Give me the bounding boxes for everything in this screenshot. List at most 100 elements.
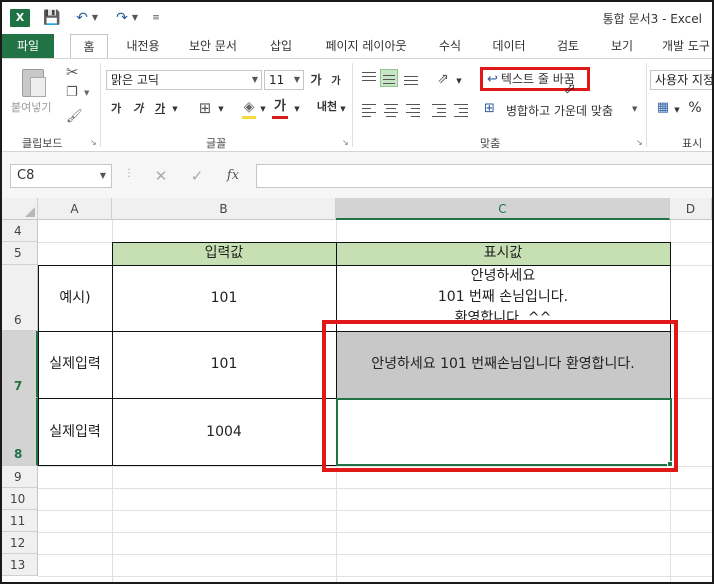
phonetic-dropdown-icon[interactable]: ▼ [338,99,348,119]
cell-c5[interactable]: 표시값 [336,242,670,265]
row-header-11[interactable]: 11 [2,510,38,532]
italic-button[interactable]: 가 [130,99,146,119]
undo-dropdown-icon[interactable]: ▼ [90,8,100,28]
cut-icon[interactable]: ✂ [66,63,79,81]
alignment-launcher-icon[interactable]: ↘ [636,138,643,147]
paste-button[interactable]: 붙여넣기 [11,99,51,115]
row-header-7[interactable]: 7 [2,331,38,398]
group-divider [352,63,353,147]
gridline [38,576,712,577]
align-left-icon[interactable] [360,101,378,119]
percent-style-button[interactable]: % [686,98,704,118]
cell-c6-line-2: 101 번째 손님입니다. [437,289,569,305]
row-header-8[interactable]: 8 [2,398,38,466]
highlight-box [322,320,678,472]
select-all-button[interactable] [2,198,38,220]
accounting-format-icon[interactable]: ▦ [654,98,672,118]
tab-formulas[interactable]: 수식 [430,34,470,58]
align-bottom-icon[interactable] [402,69,420,87]
font-launcher-icon[interactable]: ↘ [342,138,349,147]
font-name-select[interactable]: 맑은 고딕 ▼ [106,70,262,90]
cell-b6[interactable]: 101 [112,265,336,331]
cell-a6[interactable]: 예시) [38,265,112,331]
gridline [38,554,712,555]
accounting-dropdown-icon[interactable]: ▼ [672,100,682,120]
row-header-9[interactable]: 9 [2,466,38,488]
column-header-d[interactable]: D [670,198,712,220]
underline-dropdown-icon[interactable]: ▼ [170,99,180,119]
decrease-indent-icon[interactable] [430,101,448,119]
number-format-select[interactable]: 사용자 지정 [650,70,712,90]
borders-dropdown-icon[interactable]: ▼ [216,99,226,119]
align-top-icon[interactable] [360,69,378,87]
redo-dropdown-icon[interactable]: ▼ [130,8,140,28]
bold-button[interactable]: 가 [108,99,124,119]
table-border [38,265,39,466]
cell-b5[interactable]: 입력값 [112,242,336,265]
cancel-button[interactable]: ✕ [146,164,176,188]
font-color-dropdown-icon[interactable]: ▼ [292,99,302,119]
font-color-button[interactable]: 가 [272,97,288,117]
merge-center-button[interactable]: 병합하고 가운데 맞춤 [506,102,613,119]
tab-developer[interactable]: 개발 도구 [656,34,712,58]
orientation-icon[interactable]: ⇗ [434,69,452,89]
merge-center-dropdown-icon[interactable]: ▼ [632,105,637,113]
cell-b8[interactable]: 1004 [112,398,336,466]
tab-insert[interactable]: 삽입 [258,34,304,58]
phonetic-guide-button[interactable]: 내천 [316,97,338,117]
copy-dropdown-icon[interactable]: ▼ [84,89,89,97]
font-size-select[interactable]: 11 ▼ [264,70,304,90]
copy-icon[interactable]: ❐ [66,85,78,100]
formula-bar-grip-icon[interactable]: ⋮ [124,168,134,179]
borders-icon[interactable]: ⊞ [196,98,214,118]
insert-function-button[interactable]: fx [218,164,248,188]
tab-my-use[interactable]: 내전용 [116,34,170,58]
cell-b7[interactable]: 101 [112,331,336,398]
increase-indent-icon[interactable] [452,101,470,119]
shrink-font-button[interactable]: 가 [328,72,344,92]
undo-icon[interactable]: ↶ [72,8,92,28]
name-box-dropdown-icon[interactable]: ▼ [100,165,106,187]
column-header-a[interactable]: A [38,198,112,220]
tab-file[interactable]: 파일 [2,34,54,58]
tab-review[interactable]: 검토 [548,34,588,58]
fill-color-dropdown-icon[interactable]: ▼ [258,99,268,119]
tab-page-layout[interactable]: 페이지 레이아웃 [314,34,418,58]
align-middle-icon[interactable] [380,69,398,87]
column-header-c[interactable]: C [336,198,670,220]
align-center-icon[interactable] [382,101,400,119]
grow-font-button[interactable]: 가 [308,70,324,90]
row-header-4[interactable]: 4 [2,220,38,242]
name-box[interactable]: C8 ▼ [10,164,112,188]
fill-color-icon[interactable]: ◈ [240,97,258,117]
tab-view[interactable]: 보기 [602,34,642,58]
tab-home[interactable]: 홈 [70,34,108,58]
underline-button[interactable]: 가 [152,99,168,119]
row-header-10[interactable]: 10 [2,488,38,510]
format-painter-icon[interactable]: 🖌 [66,109,83,124]
align-right-icon[interactable] [404,101,422,119]
customize-toolbar-icon[interactable]: ≡ [150,8,162,28]
merge-center-icon[interactable]: ⊞ [484,101,500,116]
cell-a8[interactable]: 실제입력 [38,398,112,466]
orientation-dropdown-icon[interactable]: ▼ [454,71,464,91]
redo-icon[interactable]: ↷ [112,8,132,28]
mouse-cursor-icon: ⬀ [564,81,576,97]
row-header-6[interactable]: 6 [2,265,38,331]
tab-data[interactable]: 데이터 [484,34,534,58]
group-divider [100,63,101,147]
paste-icon[interactable] [18,65,48,99]
row-header-13[interactable]: 13 [2,554,38,576]
enter-button[interactable]: ✓ [182,164,212,188]
column-header-b[interactable]: B [112,198,336,220]
excel-logo-icon: X [10,9,30,27]
save-icon[interactable]: 💾 [42,8,62,28]
row-header-12[interactable]: 12 [2,532,38,554]
wrap-text-icon: ↩ [487,72,498,87]
tab-security-document[interactable]: 보안 문서 [180,34,246,58]
formula-input[interactable] [256,164,712,188]
clipboard-launcher-icon[interactable]: ↘ [90,138,97,147]
cell-a7[interactable]: 실제입력 [38,331,112,398]
title-bar: X 💾 ↶ ▼ ↷ ▼ ≡ 통합 문서3 - Excel [2,2,712,34]
row-header-5[interactable]: 5 [2,242,38,265]
